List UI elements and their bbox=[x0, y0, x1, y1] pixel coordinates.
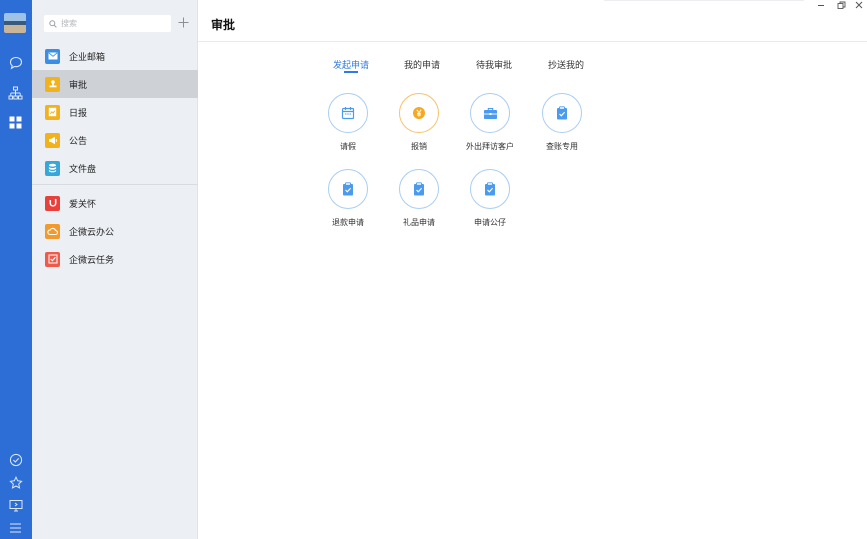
tab-my-applications[interactable]: 我的申请 bbox=[404, 58, 440, 71]
nav-item-label: 企业邮箱 bbox=[69, 52, 106, 63]
left-rail bbox=[0, 0, 32, 539]
task-check-icon bbox=[45, 251, 60, 267]
nav-item-label: 文件盘 bbox=[69, 164, 97, 175]
tile-leave[interactable]: 请假 bbox=[308, 93, 388, 152]
page-title: 审批 bbox=[211, 18, 236, 32]
tab-pending-my-approval[interactable]: 待我审批 bbox=[476, 58, 512, 71]
nav-item-announcement[interactable]: 公告 bbox=[32, 126, 198, 154]
search-placeholder: 搜索 bbox=[61, 19, 77, 28]
restore-icon[interactable] bbox=[834, 0, 848, 10]
nav-item-label: 审批 bbox=[69, 80, 88, 91]
tile-label: 报销 bbox=[411, 142, 427, 151]
nav-item-cloud-task[interactable]: 企微云任务 bbox=[32, 245, 198, 273]
tile-doll[interactable]: 申请公仔 bbox=[450, 169, 530, 228]
nav-item-daily-report[interactable]: 日报 bbox=[32, 98, 198, 126]
main-panel: 审批 发起申请 我的申请 待我审批 抄送我的 请假 报销 外出拜访客户 查账专用… bbox=[198, 0, 867, 539]
tab-submit-application[interactable]: 发起申请 bbox=[333, 58, 369, 71]
cloud-icon bbox=[45, 223, 60, 239]
yuan-coin-icon bbox=[399, 93, 439, 133]
title-bar-edge bbox=[604, 0, 804, 1]
report-icon bbox=[45, 104, 60, 120]
check-circle-icon[interactable] bbox=[7, 451, 24, 468]
clipboard-check-icon bbox=[399, 169, 439, 209]
briefcase-icon bbox=[470, 93, 510, 133]
nav-divider bbox=[32, 184, 198, 185]
title-divider bbox=[198, 41, 867, 42]
nav-item-label: 企微云办公 bbox=[69, 227, 115, 238]
mail-icon bbox=[45, 48, 60, 64]
tile-gift[interactable]: 礼品申请 bbox=[379, 169, 459, 228]
tile-label: 礼品申请 bbox=[403, 218, 435, 227]
screen-share-icon[interactable] bbox=[7, 497, 24, 514]
clipboard-check-icon bbox=[470, 169, 510, 209]
calendar-icon bbox=[328, 93, 368, 133]
add-button[interactable] bbox=[176, 14, 191, 31]
tile-audit[interactable]: 查账专用 bbox=[522, 93, 602, 152]
active-tab-indicator bbox=[344, 71, 358, 73]
close-icon[interactable] bbox=[852, 0, 866, 10]
plus-icon bbox=[178, 17, 189, 28]
tile-client-visit[interactable]: 外出拜访客户 bbox=[450, 93, 530, 152]
tile-label: 申请公仔 bbox=[474, 218, 506, 227]
tile-label: 请假 bbox=[340, 142, 356, 151]
nav-item-mail[interactable]: 企业邮箱 bbox=[32, 42, 198, 70]
apps-grid-icon[interactable] bbox=[7, 114, 24, 131]
tile-label: 退款申请 bbox=[332, 218, 364, 227]
app-window: 搜索 企业邮箱 审批 日报 公告 文件盘 爱关怀 企微云办公 企微云任务 审批 … bbox=[0, 0, 867, 539]
star-icon[interactable] bbox=[7, 474, 24, 491]
nav-item-cloud-office[interactable]: 企微云办公 bbox=[32, 217, 198, 245]
nav-item-file-drive[interactable]: 文件盘 bbox=[32, 154, 198, 182]
minimize-icon[interactable] bbox=[814, 0, 828, 10]
nav-item-label: 企微云任务 bbox=[69, 255, 115, 266]
tile-label: 外出拜访客户 bbox=[466, 142, 514, 151]
database-icon bbox=[45, 160, 60, 176]
avatar[interactable] bbox=[4, 13, 26, 33]
search-icon bbox=[49, 19, 57, 28]
tile-reimbursement[interactable]: 报销 bbox=[379, 93, 459, 152]
chat-icon[interactable] bbox=[7, 54, 24, 71]
nav-item-label: 公告 bbox=[69, 136, 88, 147]
org-chart-icon[interactable] bbox=[7, 84, 24, 101]
approval-stamp-icon bbox=[45, 76, 60, 92]
care-icon bbox=[45, 195, 60, 211]
nav-item-approval[interactable]: 审批 bbox=[32, 70, 198, 98]
megaphone-icon bbox=[45, 132, 60, 148]
nav-item-label: 爱关怀 bbox=[69, 199, 97, 210]
clipboard-check-icon bbox=[542, 93, 582, 133]
menu-icon[interactable] bbox=[7, 519, 24, 536]
tile-label: 查账专用 bbox=[546, 142, 578, 151]
clipboard-check-icon bbox=[328, 169, 368, 209]
search-input[interactable]: 搜索 bbox=[44, 15, 171, 32]
app-nav-panel: 搜索 企业邮箱 审批 日报 公告 文件盘 爱关怀 企微云办公 企微云任务 bbox=[32, 0, 198, 539]
nav-item-care[interactable]: 爱关怀 bbox=[32, 189, 198, 217]
tab-cc-to-me[interactable]: 抄送我的 bbox=[548, 58, 584, 71]
nav-item-label: 日报 bbox=[69, 108, 88, 119]
tile-refund[interactable]: 退款申请 bbox=[308, 169, 388, 228]
